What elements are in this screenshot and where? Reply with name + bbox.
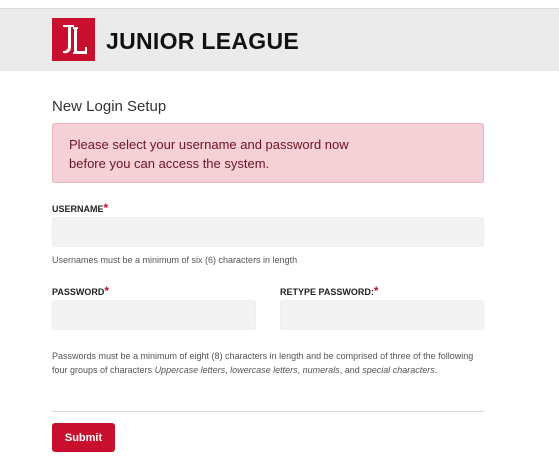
- retype-password-input[interactable]: [280, 300, 484, 330]
- retype-password-label-text: RETYPE PASSWORD:: [280, 287, 374, 297]
- password-input[interactable]: [52, 300, 256, 330]
- password-help-special: special characters: [362, 365, 435, 375]
- required-mark: *: [104, 284, 110, 298]
- password-label-text: PASSWORD: [52, 287, 105, 297]
- password-label: PASSWORD*: [52, 284, 109, 298]
- required-mark: *: [103, 201, 109, 215]
- username-help: Usernames must be a minimum of six (6) c…: [52, 255, 298, 265]
- required-mark: *: [373, 284, 379, 298]
- password-help-numerals: numerals: [302, 365, 340, 375]
- brand-name: JUNIOR LEAGUE: [106, 28, 300, 54]
- site-header: JUNIOR LEAGUE: [0, 8, 559, 71]
- password-help: Passwords must be a minimum of eight (8)…: [52, 349, 484, 377]
- alert-text: Please select your username and password…: [69, 137, 349, 171]
- username-input[interactable]: [52, 217, 484, 247]
- password-help-uppercase: Uppercase letters: [154, 365, 226, 375]
- username-label: USERNAME*: [52, 201, 108, 215]
- divider: [52, 411, 484, 412]
- password-help-lowercase: lowercase letters: [230, 365, 298, 375]
- page-title: New Login Setup: [52, 98, 167, 115]
- logo-mark: [52, 18, 95, 61]
- username-label-text: USERNAME: [52, 204, 104, 214]
- retype-password-label: RETYPE PASSWORD:*: [280, 284, 379, 298]
- password-help-sep: , and: [339, 365, 363, 375]
- submit-button[interactable]: Submit: [52, 423, 115, 452]
- info-alert: Please select your username and password…: [52, 123, 484, 183]
- password-help-end: .: [434, 365, 438, 375]
- junior-league-logo-icon: [52, 18, 95, 61]
